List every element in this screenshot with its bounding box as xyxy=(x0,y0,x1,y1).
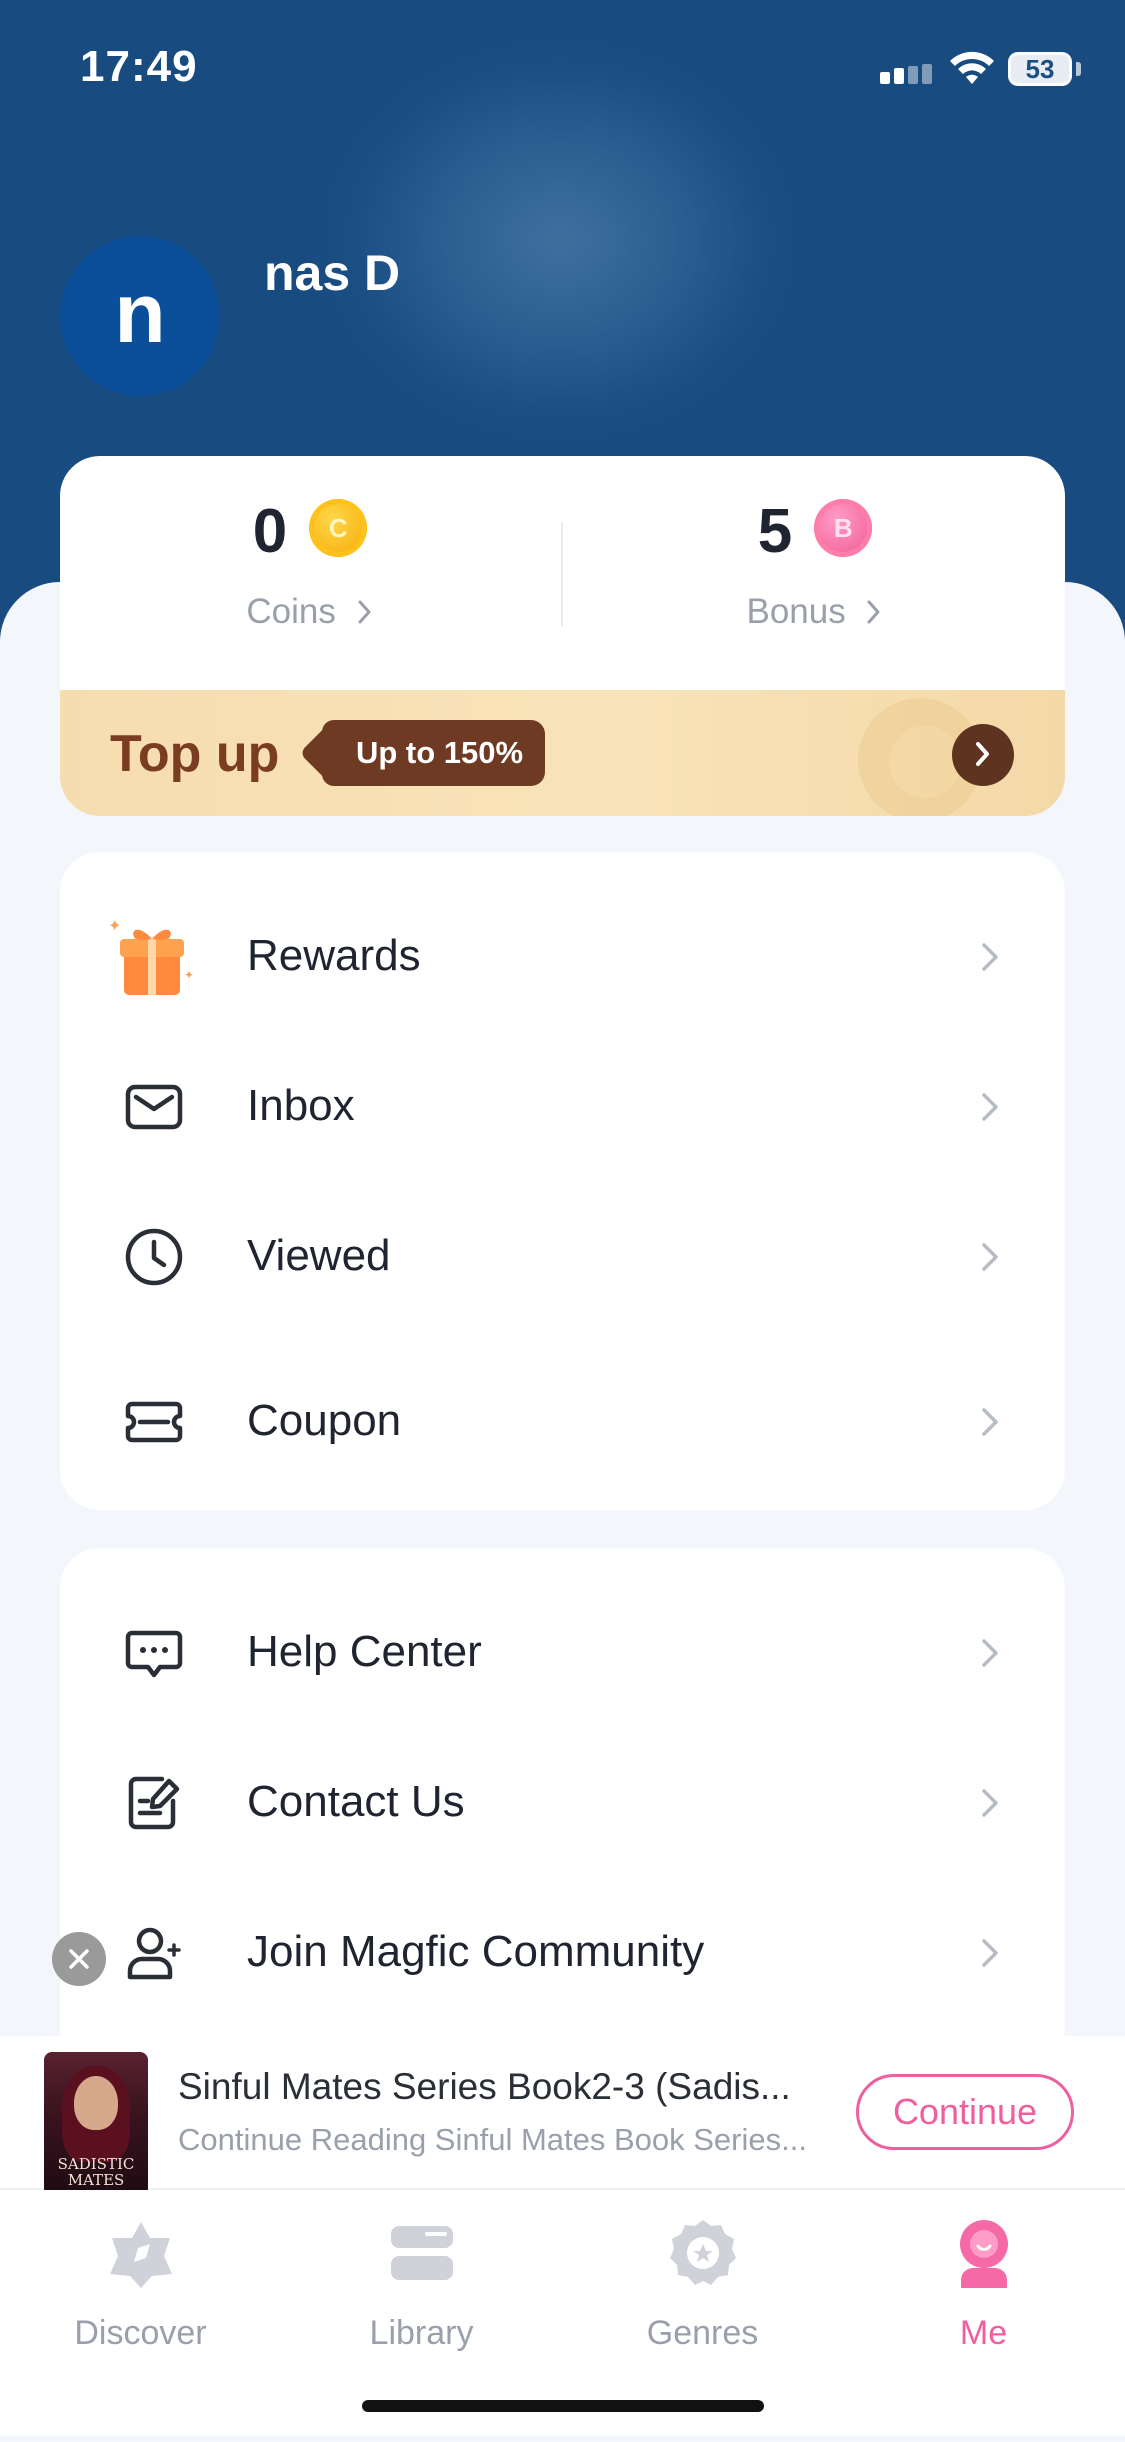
continue-reading-bar[interactable]: SADISTIC MATES Sinful Mates Series Book2… xyxy=(0,2036,1125,2196)
edit-note-icon xyxy=(128,1776,180,1830)
chevron-right-icon xyxy=(976,742,989,766)
tab-library[interactable]: Library xyxy=(281,2190,562,2352)
battery-tip xyxy=(1076,62,1081,76)
chat-icon xyxy=(125,1630,183,1678)
continue-button[interactable]: Continue xyxy=(856,2074,1074,2150)
menu-item-contact-us[interactable]: Contact Us xyxy=(60,1743,1065,1863)
gift-icon: ✦ ✦ xyxy=(108,916,194,995)
bonus-value: 5 xyxy=(757,497,793,566)
tab-me[interactable]: Me xyxy=(843,2190,1124,2352)
chevron-right-icon xyxy=(982,1408,998,1436)
status-bar: 17:49 53 xyxy=(0,0,1125,140)
secondary-menu-card: Help Center Contact Us Join Magfic Commu… xyxy=(60,1548,1065,2068)
chevron-right-icon xyxy=(867,600,880,624)
genres-icon xyxy=(670,2220,736,2285)
continue-book-title: Sinful Mates Series Book2-3 (Sadis... xyxy=(178,2066,791,2107)
chevron-right-icon xyxy=(982,1243,998,1271)
menu-item-viewed[interactable]: Viewed xyxy=(60,1197,1065,1317)
primary-menu-card: ✦ ✦ Rewards Inbox Viewed Coupon xyxy=(60,852,1065,1510)
chevron-right-icon xyxy=(358,600,371,624)
svg-text:✦: ✦ xyxy=(184,968,194,982)
ticket-icon xyxy=(125,1401,183,1443)
svg-text:✦: ✦ xyxy=(108,916,121,935)
coin-icon: C xyxy=(309,498,368,557)
topup-badge-text: Up to 150% xyxy=(356,735,524,770)
status-time: 17:49 xyxy=(80,42,198,91)
wallet-divider xyxy=(561,522,563,626)
menu-label-coupon: Coupon xyxy=(247,1396,402,1445)
coins-balance[interactable]: 0C Coins xyxy=(60,496,560,656)
home-indicator xyxy=(362,2400,764,2412)
book-cover[interactable]: SADISTIC MATES xyxy=(44,2052,148,2196)
chevron-right-icon xyxy=(982,1939,998,1967)
bonus-icon: B xyxy=(814,498,873,557)
me-icon xyxy=(960,2220,1008,2288)
bonus-label-row: Bonus xyxy=(565,592,1065,632)
cover-face xyxy=(74,2076,118,2130)
library-icon xyxy=(391,2226,453,2280)
avatar[interactable]: n xyxy=(60,236,220,396)
clock-icon xyxy=(125,1228,183,1286)
cellular-signal-icon xyxy=(880,60,936,84)
cover-title: SADISTIC MATES xyxy=(57,2155,135,2189)
menu-label-contact-us: Contact Us xyxy=(247,1777,465,1826)
person-add-icon xyxy=(127,1927,181,1980)
chevron-right-icon xyxy=(982,1789,998,1817)
tab-discover[interactable]: Discover xyxy=(0,2190,281,2352)
menu-label-viewed: Viewed xyxy=(247,1231,391,1280)
menu-label-inbox: Inbox xyxy=(247,1081,355,1130)
tab-genres[interactable]: Genres xyxy=(562,2190,843,2352)
mail-icon xyxy=(125,1084,183,1130)
coins-value: 0 xyxy=(252,497,288,566)
continue-book-subtitle: Continue Reading Sinful Mates Book Serie… xyxy=(178,2122,807,2157)
tab-label-me: Me xyxy=(959,2314,1008,2352)
coins-label: Coins xyxy=(246,592,336,631)
close-continue-button[interactable] xyxy=(52,1932,106,1986)
topup-arrow-button[interactable] xyxy=(952,724,1014,786)
wifi-icon xyxy=(950,51,994,84)
menu-item-join-community[interactable]: Join Magfic Community xyxy=(60,1893,1065,2013)
menu-item-rewards[interactable]: ✦ ✦ Rewards xyxy=(60,897,1065,1017)
topup-badge: Up to 150% xyxy=(322,720,546,786)
chevron-right-icon xyxy=(982,943,998,971)
menu-item-coupon[interactable]: Coupon xyxy=(60,1362,1065,1482)
bonus-balance[interactable]: 5B Bonus xyxy=(565,496,1065,656)
menu-label-rewards: Rewards xyxy=(247,931,421,980)
menu-item-help-center[interactable]: Help Center xyxy=(60,1593,1065,1713)
menu-label-join-community: Join Magfic Community xyxy=(247,1927,705,1976)
menu-label-help-center: Help Center xyxy=(247,1627,482,1676)
username[interactable]: nas D xyxy=(264,244,400,302)
wallet-card: 0C Coins 5B Bonus Top up Up to 150% xyxy=(60,456,1065,816)
tab-label-discover: Discover xyxy=(74,2314,207,2352)
battery-indicator: 53 xyxy=(1008,52,1072,86)
topup-title: Top up xyxy=(110,725,280,783)
tab-label-library: Library xyxy=(369,2314,474,2352)
tab-label-genres: Genres xyxy=(646,2314,759,2352)
bonus-label: Bonus xyxy=(746,592,846,631)
coins-label-row: Coins xyxy=(60,592,560,632)
chevron-right-icon xyxy=(982,1639,998,1667)
topup-banner[interactable]: Top up Up to 150% xyxy=(60,690,1065,816)
close-icon xyxy=(69,1949,89,1969)
discover-icon xyxy=(110,2222,172,2288)
chevron-right-icon xyxy=(982,1093,998,1121)
menu-item-inbox[interactable]: Inbox xyxy=(60,1047,1065,1167)
